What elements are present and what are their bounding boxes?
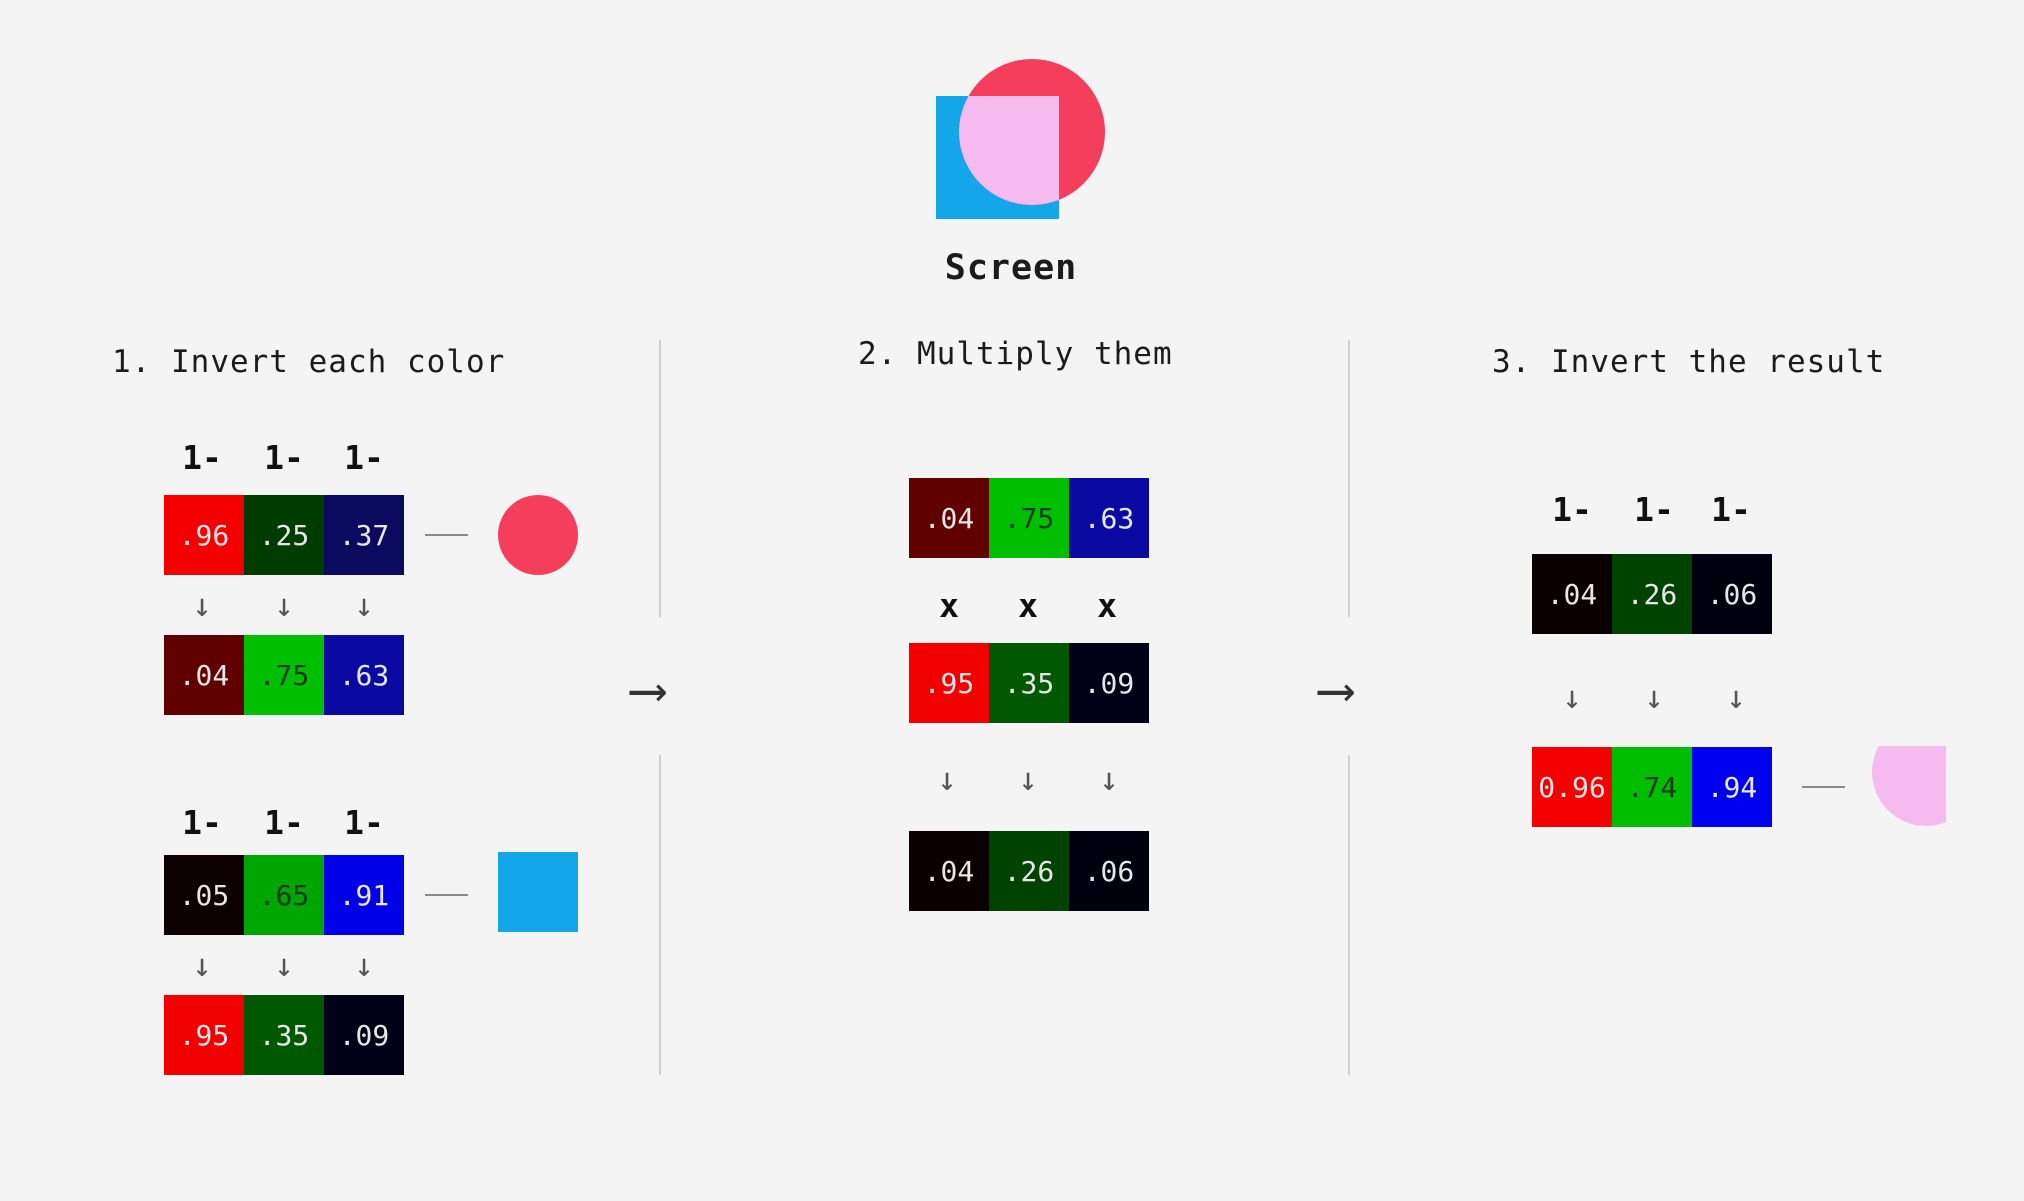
square-inverted-strip: .95.35.09 (164, 995, 404, 1075)
step-2-heading: 2. Multiply them (858, 336, 1173, 372)
value-cell: .04 (909, 478, 989, 558)
value-cell: 0.96 (1532, 747, 1612, 827)
diagram-title: Screen (944, 248, 1078, 288)
value-cell: .35 (244, 995, 324, 1075)
down-arrow-icon: ↓ (1726, 678, 1746, 716)
value-cell: .06 (1692, 554, 1772, 634)
down-arrow-icon: ↓ (354, 946, 374, 984)
value-cell: .63 (324, 635, 404, 715)
separator-line (1348, 340, 1350, 617)
value-cell: .74 (1612, 747, 1692, 827)
value-cell: .65 (244, 855, 324, 935)
value-cell: .25 (244, 495, 324, 575)
one-minus-label: 1- (1634, 490, 1674, 529)
one-minus-label: 1- (182, 438, 222, 477)
value-cell: .04 (164, 635, 244, 715)
separator-line (1348, 755, 1350, 1075)
value-cell: .09 (324, 995, 404, 1075)
down-arrow-icon: ↓ (274, 586, 294, 624)
times-label: x (1097, 586, 1117, 625)
connector-dash (425, 534, 468, 536)
down-arrow-icon: ↓ (1562, 678, 1582, 716)
connector-dash (425, 894, 468, 896)
value-cell: .05 (164, 855, 244, 935)
product-strip: .04.26.06 (909, 831, 1149, 911)
value-cell: .04 (1532, 554, 1612, 634)
screen-blend-icon (936, 59, 1105, 219)
value-cell: .96 (164, 495, 244, 575)
result-swatch (1872, 746, 1946, 826)
separator-line (659, 755, 661, 1075)
value-cell: .75 (244, 635, 324, 715)
down-arrow-icon: ↓ (354, 586, 374, 624)
one-minus-label: 1- (264, 803, 304, 842)
down-arrow-icon: ↓ (192, 946, 212, 984)
square-color-strip: .05.65.91 (164, 855, 404, 935)
one-minus-label: 1- (264, 438, 304, 477)
final-result-strip: 0.96.74.94 (1532, 747, 1772, 827)
one-minus-label: 1- (344, 803, 384, 842)
one-minus-label: 1- (182, 803, 222, 842)
value-cell: .75 (989, 478, 1069, 558)
value-cell: .63 (1069, 478, 1149, 558)
value-cell: .35 (989, 643, 1069, 723)
down-arrow-icon: ↓ (274, 946, 294, 984)
circle-inverted-strip: .04.75.63 (164, 635, 404, 715)
value-cell: .06 (1069, 831, 1149, 911)
value-cell: .37 (324, 495, 404, 575)
result-input-strip: .04.26.06 (1532, 554, 1772, 634)
one-minus-label: 1- (344, 438, 384, 477)
circle-swatch (498, 495, 578, 575)
value-cell: .26 (1612, 554, 1692, 634)
multiply-middle-strip: .95.35.09 (909, 643, 1149, 723)
one-minus-label: 1- (1711, 490, 1751, 529)
value-cell: .26 (989, 831, 1069, 911)
one-minus-label: 1- (1552, 490, 1592, 529)
separator-line (659, 340, 661, 617)
value-cell: .04 (909, 831, 989, 911)
connector-dash (1802, 786, 1845, 788)
right-arrow-icon: ⟶ (632, 660, 664, 720)
circle-color-strip: .96.25.37 (164, 495, 404, 575)
times-label: x (939, 586, 959, 625)
step-3-heading: 3. Invert the result (1492, 344, 1886, 380)
value-cell: .95 (164, 995, 244, 1075)
value-cell: .91 (324, 855, 404, 935)
value-cell: .94 (1692, 747, 1772, 827)
multiply-top-strip: .04.75.63 (909, 478, 1149, 558)
value-cell: .95 (909, 643, 989, 723)
down-arrow-icon: ↓ (1099, 760, 1119, 798)
down-arrow-icon: ↓ (192, 586, 212, 624)
times-label: x (1018, 586, 1038, 625)
value-cell: .09 (1069, 643, 1149, 723)
square-swatch (498, 852, 578, 932)
right-arrow-icon: ⟶ (1320, 660, 1352, 720)
down-arrow-icon: ↓ (1018, 760, 1038, 798)
step-1-heading: 1. Invert each color (112, 344, 506, 380)
down-arrow-icon: ↓ (1644, 678, 1664, 716)
down-arrow-icon: ↓ (937, 760, 957, 798)
